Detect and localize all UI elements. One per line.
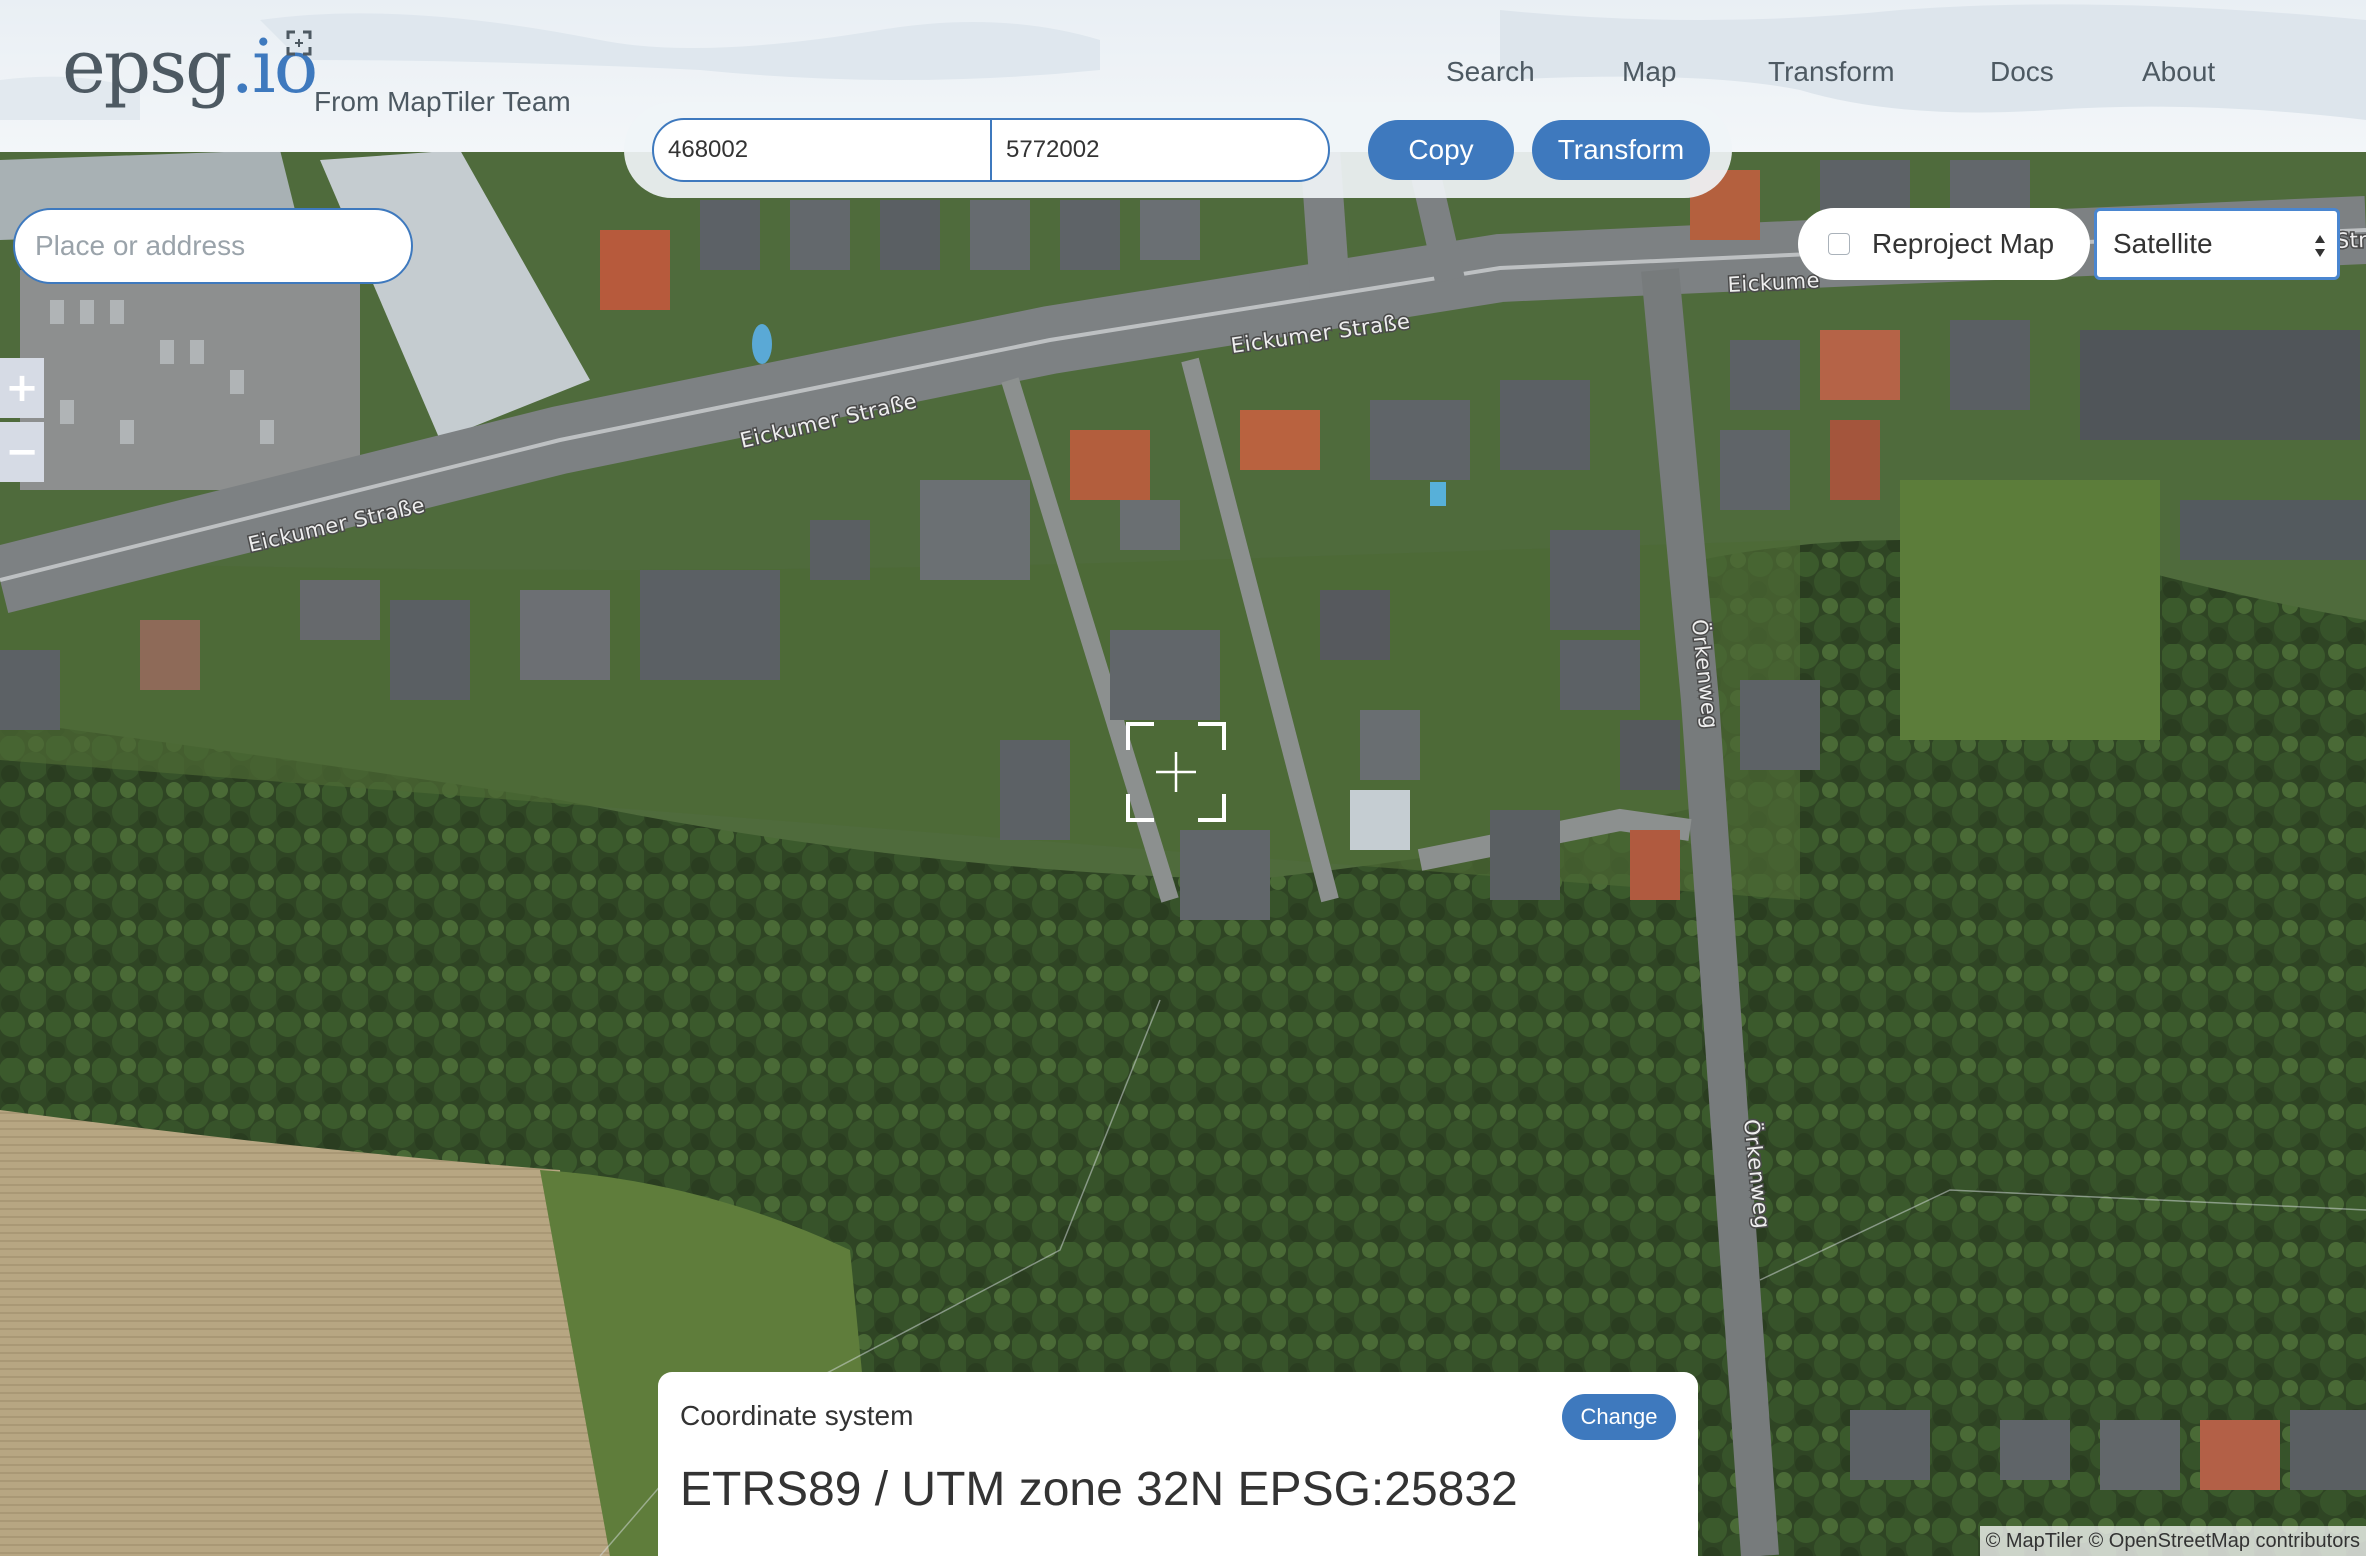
reproject-map-toggle[interactable]: Reproject Map: [1798, 208, 2090, 280]
x-coordinate-input[interactable]: 468002: [654, 120, 990, 180]
expand-corners-icon: [286, 30, 312, 56]
updown-arrows-icon: [2315, 235, 2325, 257]
nav-docs[interactable]: Docs: [1990, 56, 2054, 88]
nav-search[interactable]: Search: [1446, 56, 1535, 88]
zoom-in-button[interactable]: +: [0, 358, 44, 418]
nav-map[interactable]: Map: [1622, 56, 1676, 88]
logo-text: epsg: [62, 24, 233, 110]
zoom-out-button[interactable]: −: [0, 422, 44, 482]
reproject-label: Reproject Map: [1872, 228, 2055, 259]
copy-button[interactable]: Copy: [1368, 120, 1514, 180]
coordinate-system-heading: Coordinate system: [680, 1400, 914, 1431]
transform-button[interactable]: Transform: [1532, 120, 1710, 180]
nav-transform[interactable]: Transform: [1768, 56, 1895, 88]
reproject-checkbox[interactable]: [1828, 233, 1850, 255]
tagline: From MapTiler Team: [314, 86, 571, 117]
layer-select-value: Satellite: [2113, 228, 2213, 259]
layer-select[interactable]: Satellite: [2094, 208, 2340, 280]
coordinate-inputs: 468002 5772002: [652, 118, 1330, 182]
logo[interactable]: epsg.io: [62, 24, 318, 110]
y-coordinate-input[interactable]: 5772002: [990, 120, 1328, 180]
coordinate-system-panel: Coordinate system Change ETRS89 / UTM zo…: [658, 1372, 1698, 1556]
map-attribution[interactable]: © MapTiler © OpenStreetMap contributors: [1979, 1526, 2366, 1556]
nav-about[interactable]: About: [2142, 56, 2215, 88]
place-search-input[interactable]: Place or address: [13, 208, 413, 284]
change-crs-button[interactable]: Change: [1562, 1394, 1676, 1440]
crosshair-icon: [1126, 722, 1226, 822]
coordinate-system-name: ETRS89 / UTM zone 32N EPSG:25832: [680, 1463, 1518, 1516]
street-label: Eickume: [1727, 268, 1820, 297]
